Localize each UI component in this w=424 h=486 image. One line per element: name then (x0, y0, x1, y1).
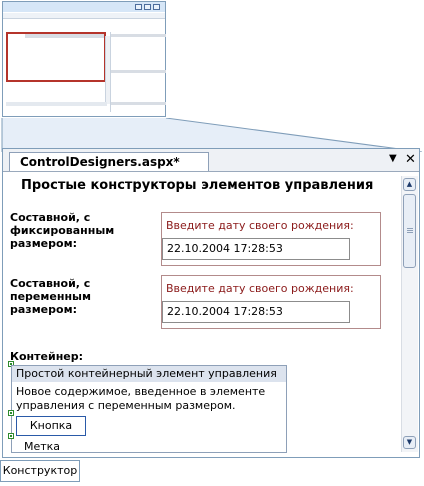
label-line: размером: (10, 303, 77, 316)
zoom-connector (1, 118, 423, 152)
birthdate-prompt: Введите дату своего рождения: (166, 219, 354, 232)
fixed-size-composite-control[interactable]: Введите дату своего рождения: 22.10.2004… (161, 212, 381, 266)
thumbnail-panel-header (111, 34, 166, 37)
container-control[interactable]: Простой контейнерный элемент управления … (11, 365, 287, 453)
document-tab[interactable]: ControlDesigners.aspx* (9, 152, 209, 171)
label-line: Составной, с (10, 211, 91, 224)
grip-line (407, 228, 413, 229)
thumbnail-toolbar (3, 13, 165, 19)
birthdate-input[interactable]: 22.10.2004 17:28:53 (162, 238, 350, 260)
document-tab-strip: ControlDesigners.aspx* ▼ ✕ (3, 149, 419, 172)
label-control[interactable]: Метка (24, 440, 60, 453)
thumbnail-close-icon (153, 4, 160, 10)
button-control[interactable]: Кнопка (16, 416, 86, 436)
page-title: Простые конструкторы элементов управлени… (21, 178, 374, 193)
scroll-up-icon[interactable]: ▲ (403, 178, 416, 191)
fixed-size-label: Составной, с фиксированным размером: (10, 211, 114, 250)
thumbnail-side-panel (110, 32, 166, 112)
thumbnail-editor-highlight (6, 32, 106, 82)
button-glyph-icon[interactable] (8, 410, 14, 416)
label-line: размером: (10, 237, 77, 250)
scrollbar-thumb[interactable] (403, 194, 416, 268)
variable-size-composite-control[interactable]: Введите дату своего рождения: 22.10.2004… (161, 275, 381, 329)
thumbnail-minimize-icon (135, 4, 142, 10)
birthdate-input[interactable]: 22.10.2004 17:28:53 (162, 301, 350, 323)
label-glyph-icon[interactable] (8, 433, 14, 439)
label-line: переменным (10, 290, 91, 303)
triangle-down-icon[interactable]: ▼ (389, 153, 397, 164)
thumbnail-preview (2, 1, 166, 117)
container-header: Простой контейнерный элемент управления (12, 366, 286, 382)
label-line: Составной, с (10, 277, 91, 290)
grip-line (407, 232, 413, 233)
thumbnail-panel-header (111, 70, 166, 73)
thumbnail-maximize-icon (144, 4, 151, 10)
thumbnail-panel-footer (111, 102, 166, 105)
birthdate-prompt: Введите дату своего рождения: (166, 282, 354, 295)
label-line: фиксированным (10, 224, 115, 237)
variable-size-label: Составной, с переменным размером: (10, 277, 91, 316)
document-window: ControlDesigners.aspx* ▼ ✕ Простые конст… (2, 148, 420, 458)
content-line: управления с переменным размером. (16, 399, 236, 412)
container-content[interactable]: Новое содержимое, введенное в элементе у… (16, 385, 284, 413)
scroll-down-icon[interactable]: ▼ (403, 436, 416, 449)
thumbnail-status-bar (6, 102, 107, 106)
vertical-scrollbar[interactable]: ▲ ▼ (401, 176, 418, 452)
grip-line (407, 230, 413, 231)
container-label: Контейнер: (10, 350, 84, 363)
close-icon[interactable]: ✕ (405, 152, 416, 167)
designer-view-tab[interactable]: Конструктор (0, 460, 80, 482)
content-line: Новое содержимое, введенное в элементе (16, 385, 266, 398)
